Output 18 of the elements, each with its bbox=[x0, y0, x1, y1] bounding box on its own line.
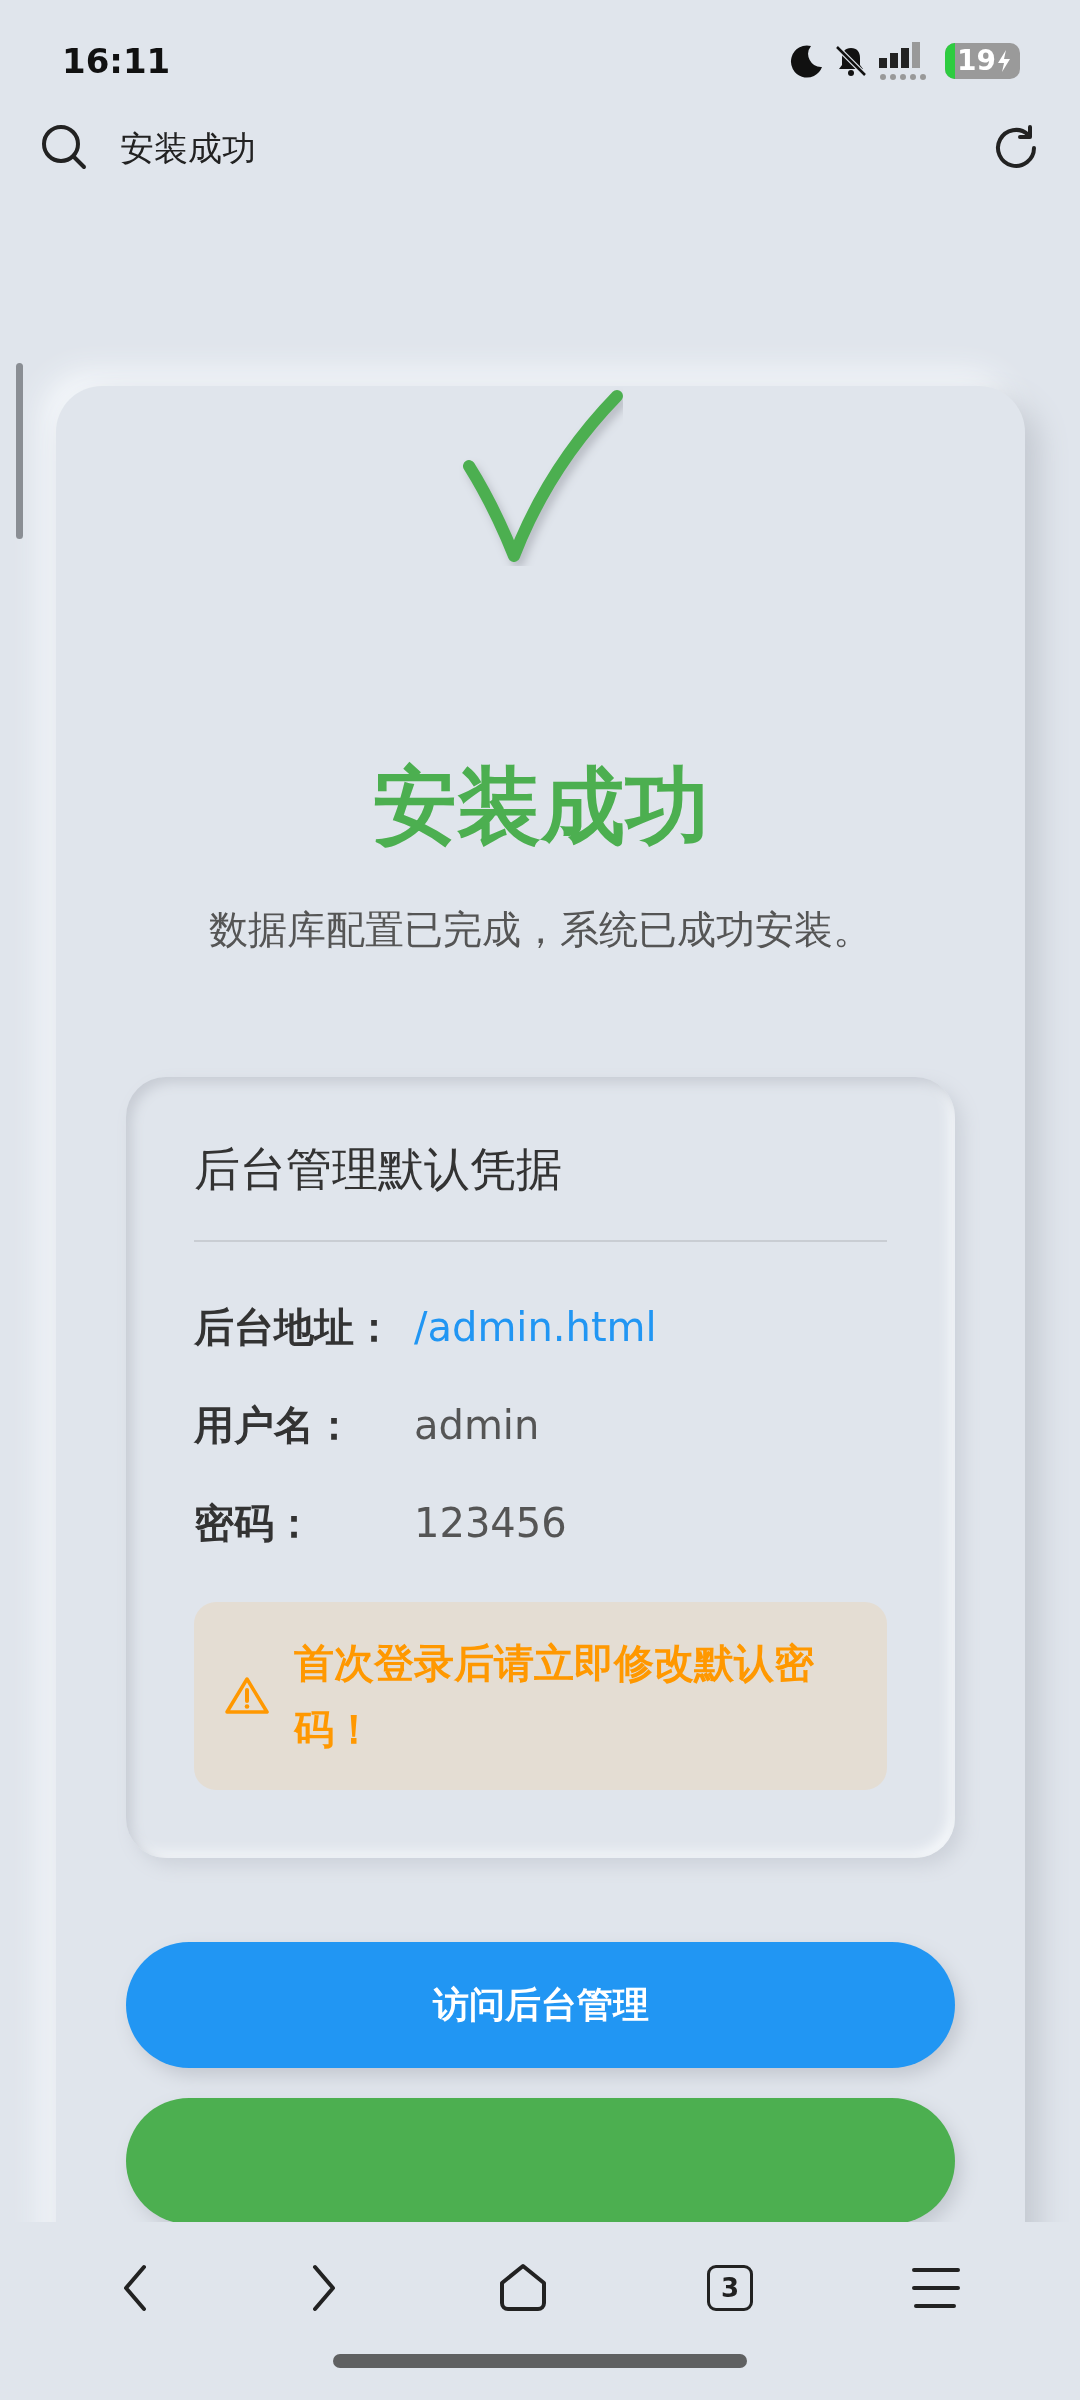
field-label: 后台地址： bbox=[194, 1303, 395, 1353]
admin-link[interactable]: /admin.html bbox=[414, 1297, 657, 1358]
status-time: 16:11 bbox=[62, 39, 171, 83]
field-value: 123456 bbox=[414, 1499, 567, 1549]
page-title: 安装成功 bbox=[120, 126, 257, 170]
credentials-title: 后台管理默认凭据 bbox=[194, 1135, 887, 1243]
warning-icon bbox=[224, 1676, 270, 1717]
success-message: 数据库配置已完成，系统已成功安装。 bbox=[208, 905, 873, 954]
menu-icon[interactable] bbox=[912, 2266, 961, 2310]
battery-indicator: 19 bbox=[945, 43, 1020, 79]
warning-text: 首次登录后请立即修改默认密码！ bbox=[294, 1639, 815, 1755]
tabs-button[interactable]: 3 bbox=[707, 2265, 754, 2311]
field-value: admin bbox=[414, 1401, 540, 1451]
admin-button[interactable]: 访问后台管理 bbox=[126, 1942, 955, 2069]
success-title: 安装成功 bbox=[371, 756, 710, 857]
field-label: 用户名： bbox=[194, 1401, 355, 1451]
home-icon[interactable] bbox=[497, 2263, 548, 2313]
field-label: 密码： bbox=[194, 1499, 315, 1549]
